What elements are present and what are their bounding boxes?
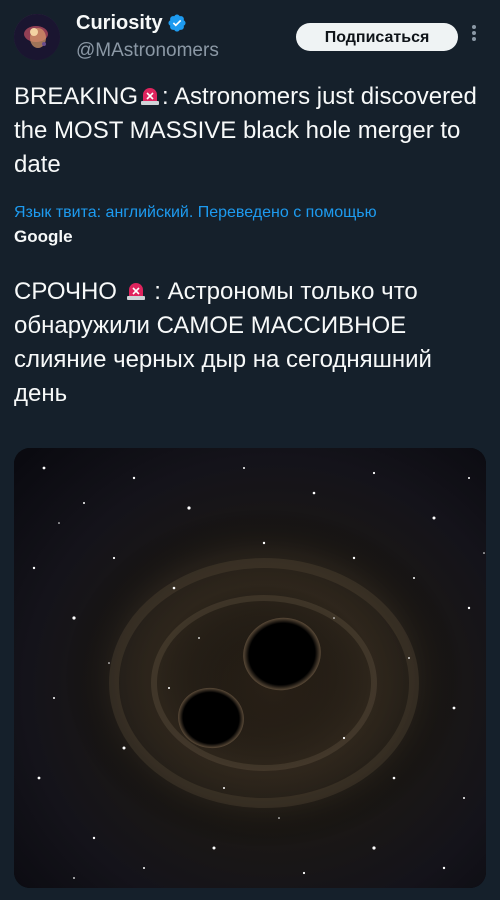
black-hole-merger-image	[14, 448, 486, 888]
tweet-header: Curiosity @MAstronomers Подписаться	[0, 0, 500, 70]
translated-text-prefix: СРОЧНО	[14, 278, 117, 305]
author-handle[interactable]: @MAstronomers	[76, 40, 219, 62]
siren-icon	[141, 88, 160, 105]
siren-icon	[126, 283, 145, 300]
galaxy-icon	[14, 14, 60, 60]
subscribe-button[interactable]: Подписаться	[296, 23, 458, 51]
verified-badge-icon	[168, 14, 186, 32]
author-name-row[interactable]: Curiosity	[76, 10, 187, 36]
tweet-media-image[interactable]	[14, 448, 486, 888]
avatar[interactable]	[14, 14, 60, 60]
more-options-icon[interactable]	[462, 23, 486, 51]
translation-note-text[interactable]: Язык твита: английский. Переведено с пом…	[14, 204, 377, 221]
tweet-original-text: BREAKING : Astronomers just discovered t…	[14, 80, 484, 182]
author-display-name[interactable]: Curiosity	[76, 12, 163, 35]
google-logo: Google	[14, 227, 73, 246]
tweet-text-prefix: BREAKING	[14, 83, 139, 110]
tweet-translated-text: СРОЧНО : Астрономы только что обнаружили…	[14, 275, 484, 411]
translation-note[interactable]: Язык твита: английский. Переведено с пом…	[14, 201, 434, 250]
